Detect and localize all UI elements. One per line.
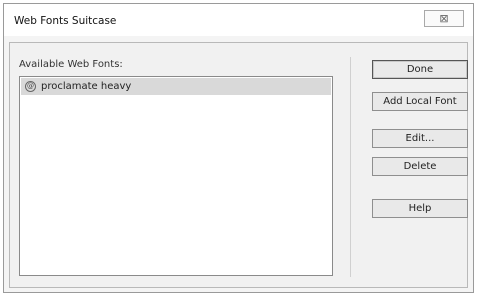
list-item-label: proclamate heavy	[41, 81, 132, 92]
add-local-font-button[interactable]: Add Local Font	[372, 92, 468, 111]
delete-button[interactable]: Delete	[372, 157, 468, 176]
title-bar: Web Fonts Suitcase ⊠	[4, 4, 473, 36]
close-button[interactable]: ⊠	[424, 10, 464, 27]
close-icon: ⊠	[439, 12, 449, 25]
web-fonts-list[interactable]: @ proclamate heavy	[19, 76, 333, 276]
web-font-icon: @	[25, 81, 36, 92]
available-web-fonts-label: Available Web Fonts:	[19, 59, 123, 70]
web-fonts-suitcase-dialog: Web Fonts Suitcase ⊠ Available Web Fonts…	[3, 3, 474, 293]
help-button[interactable]: Help	[372, 199, 468, 218]
done-button[interactable]: Done	[372, 60, 468, 79]
list-item[interactable]: @ proclamate heavy	[21, 78, 331, 95]
edit-button[interactable]: Edit...	[372, 129, 468, 148]
dialog-content: Available Web Fonts: @ proclamate heavy …	[9, 42, 468, 288]
dialog-title: Web Fonts Suitcase	[14, 15, 117, 27]
divider	[350, 57, 351, 277]
